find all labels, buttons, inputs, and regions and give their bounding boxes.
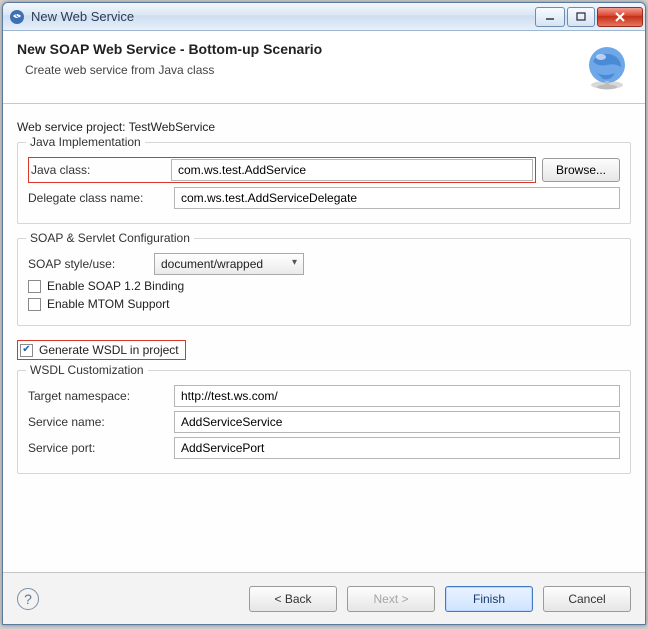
- target-ns-row: Target namespace:: [28, 385, 620, 407]
- target-ns-input[interactable]: [174, 385, 620, 407]
- back-button[interactable]: < Back: [249, 586, 337, 612]
- close-button[interactable]: [597, 7, 643, 27]
- project-label: Web service project:: [17, 120, 126, 134]
- java-impl-title: Java Implementation: [26, 135, 145, 149]
- next-button[interactable]: Next >: [347, 586, 435, 612]
- browse-button[interactable]: Browse...: [542, 158, 620, 182]
- generate-wsdl-row: Generate WSDL in project: [17, 340, 186, 360]
- window-controls: [535, 7, 643, 27]
- java-class-highlight: Java class:: [28, 157, 536, 183]
- globe-icon: [583, 43, 631, 91]
- cancel-button[interactable]: Cancel: [543, 586, 631, 612]
- service-name-row: Service name:: [28, 411, 620, 433]
- titlebar[interactable]: S New Web Service: [3, 3, 645, 31]
- java-class-label: Java class:: [31, 163, 165, 177]
- java-class-input[interactable]: [171, 159, 533, 181]
- service-name-label: Service name:: [28, 415, 168, 429]
- delegate-label: Delegate class name:: [28, 191, 168, 205]
- dialog-window: S New Web Service New SOAP Web Service -…: [2, 2, 646, 625]
- soap-style-label: SOAP style/use:: [28, 257, 148, 271]
- wizard-header: New SOAP Web Service - Bottom-up Scenari…: [3, 31, 645, 104]
- service-port-label: Service port:: [28, 441, 168, 455]
- soap-style-select[interactable]: document/wrapped: [154, 253, 304, 275]
- project-value: TestWebService: [129, 120, 215, 134]
- soap-style-value: document/wrapped: [161, 257, 263, 271]
- soap-group-title: SOAP & Servlet Configuration: [26, 231, 194, 245]
- wsdl-group-title: WSDL Customization: [26, 363, 148, 377]
- soap-group: SOAP & Servlet Configuration SOAP style/…: [17, 238, 631, 326]
- service-port-row: Service port:: [28, 437, 620, 459]
- mtom-label: Enable MTOM Support: [47, 297, 170, 311]
- finish-button[interactable]: Finish: [445, 586, 533, 612]
- delegate-input[interactable]: [174, 187, 620, 209]
- java-impl-group: Java Implementation Java class: Browse..…: [17, 142, 631, 224]
- soap12-label: Enable SOAP 1.2 Binding: [47, 279, 184, 293]
- button-bar: ? < Back Next > Finish Cancel: [3, 572, 645, 624]
- soap12-row: Enable SOAP 1.2 Binding: [28, 279, 620, 293]
- wsdl-group: WSDL Customization Target namespace: Ser…: [17, 370, 631, 474]
- mtom-checkbox[interactable]: [28, 298, 41, 311]
- target-ns-label: Target namespace:: [28, 389, 168, 403]
- soap-style-row: SOAP style/use: document/wrapped: [28, 253, 620, 275]
- svg-text:S: S: [15, 12, 20, 22]
- window-title: New Web Service: [31, 9, 535, 24]
- help-icon[interactable]: ?: [17, 588, 39, 610]
- service-name-input[interactable]: [174, 411, 620, 433]
- project-line: Web service project: TestWebService: [17, 120, 631, 134]
- wizard-content: Web service project: TestWebService Java…: [3, 104, 645, 572]
- java-class-row: Java class: Browse...: [28, 157, 620, 183]
- generate-wsdl-checkbox[interactable]: [20, 344, 33, 357]
- mtom-row: Enable MTOM Support: [28, 297, 620, 311]
- delegate-row: Delegate class name:: [28, 187, 620, 209]
- soap12-checkbox[interactable]: [28, 280, 41, 293]
- generate-wsdl-label: Generate WSDL in project: [39, 343, 179, 357]
- service-port-input[interactable]: [174, 437, 620, 459]
- page-title: New SOAP Web Service - Bottom-up Scenari…: [17, 41, 571, 57]
- page-subtitle: Create web service from Java class: [25, 63, 571, 77]
- maximize-button[interactable]: [567, 7, 595, 27]
- minimize-button[interactable]: [535, 7, 565, 27]
- app-icon: S: [9, 9, 25, 25]
